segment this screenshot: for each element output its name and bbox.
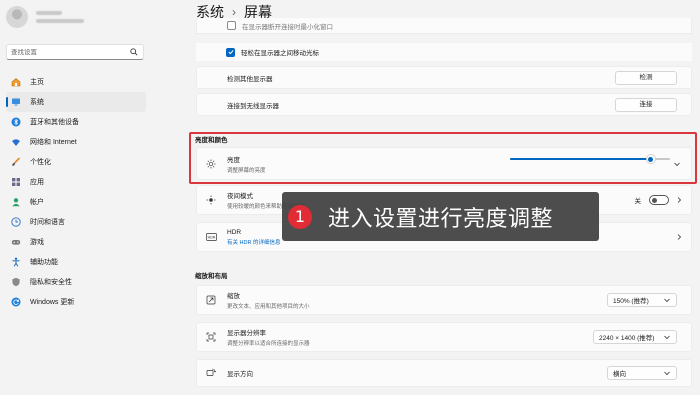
sidebar-item-network[interactable]: 网络和 Internet	[6, 132, 146, 152]
sidebar-item-label: 网络和 Internet	[30, 139, 77, 146]
orientation-icon	[205, 367, 217, 379]
accessibility-icon	[11, 257, 21, 267]
sidebar-item-label: Windows 更新	[30, 299, 75, 306]
chevron-right-icon[interactable]	[675, 196, 683, 204]
resolution-label: 显示器分辨率	[227, 330, 266, 337]
setting-row-detect-displays: 检测其他显示器 检测	[196, 66, 692, 89]
step-number-badge: 1	[288, 204, 312, 229]
sidebar-item-accounts[interactable]: 帐户	[6, 192, 146, 212]
checkbox-move-cursor[interactable]	[226, 47, 235, 57]
callout-text: 进入设置进行亮度调整	[328, 206, 554, 232]
globe-clock-icon	[11, 217, 21, 227]
checkbox-minimize[interactable]	[227, 21, 236, 30]
hdr-info-link[interactable]: 有关 HDR 的详细信息	[227, 238, 280, 246]
brush-icon	[11, 157, 21, 167]
resolution-description: 调整分辨率以适合所连接的显示器	[227, 341, 310, 347]
checkmark-icon	[227, 50, 234, 55]
hdr-label: HDR	[227, 228, 242, 236]
hdr-icon: HDR	[205, 231, 217, 243]
search-box[interactable]	[6, 44, 144, 60]
sidebar-item-label: 应用	[30, 179, 44, 186]
scale-description: 更改文本、应用和其他项目的大小	[227, 304, 310, 310]
bluetooth-icon	[11, 117, 21, 127]
sidebar-item-label: 时间和语言	[30, 219, 65, 226]
setting-row-orientation: 显示方向 横向	[196, 359, 692, 387]
svg-text:HDR: HDR	[207, 236, 215, 240]
sidebar-item-apps[interactable]: 应用	[6, 172, 146, 192]
gamepad-icon	[11, 237, 21, 247]
scale-dropdown[interactable]: 150% (推荐)	[607, 293, 677, 307]
row-label: 检测其他显示器	[227, 75, 273, 83]
resolution-icon	[205, 331, 217, 343]
sidebar-item-label: 系统	[30, 99, 44, 106]
chevron-right-icon[interactable]	[675, 233, 683, 241]
section-title-scale-layout: 缩放和布局	[195, 273, 228, 280]
sidebar-item-privacy[interactable]: 隐私和安全性	[6, 272, 146, 292]
profile-info-blurred	[36, 11, 84, 23]
row-label: 连接到无线显示器	[227, 102, 279, 110]
chevron-down-icon	[663, 333, 671, 341]
sidebar-nav: 主页 系统 蓝牙和其他设备 网络和 Internet 个性化 应用 帐户 时间和…	[6, 72, 146, 312]
sidebar-item-personalization[interactable]: 个性化	[6, 152, 146, 172]
sidebar-item-label: 个性化	[30, 159, 51, 166]
sidebar-item-label: 主页	[30, 79, 44, 86]
search-input[interactable]	[11, 48, 129, 56]
sidebar-item-system[interactable]: 系统	[6, 92, 146, 112]
scale-value: 150% (推荐)	[613, 298, 649, 305]
apps-icon	[11, 177, 21, 187]
orientation-value: 横向	[613, 371, 626, 378]
resolution-dropdown[interactable]: 2240 × 1400 (推荐)	[593, 330, 677, 344]
sidebar: 主页 系统 蓝牙和其他设备 网络和 Internet 个性化 应用 帐户 时间	[0, 0, 155, 395]
highlight-frame	[189, 132, 697, 184]
night-light-toggle[interactable]	[649, 195, 669, 205]
breadcrumb-separator: ›	[232, 5, 236, 19]
orientation-label: 显示方向	[227, 371, 253, 378]
chevron-down-icon	[663, 369, 671, 377]
sidebar-item-accessibility[interactable]: 辅助功能	[6, 252, 146, 272]
sidebar-item-home[interactable]: 主页	[6, 72, 146, 92]
night-light-icon	[205, 194, 217, 206]
sidebar-item-bluetooth[interactable]: 蓝牙和其他设备	[6, 112, 146, 132]
avatar	[6, 6, 28, 28]
chevron-down-icon	[663, 296, 671, 304]
system-icon	[11, 97, 21, 107]
sidebar-item-label: 帐户	[30, 199, 44, 206]
orientation-dropdown[interactable]: 横向	[607, 366, 677, 380]
setting-row-wireless-display: 连接到无线显示器 连接	[196, 93, 692, 116]
resolution-value: 2240 × 1400 (推荐)	[599, 335, 655, 342]
sidebar-item-windows-update[interactable]: Windows 更新	[6, 292, 146, 312]
setting-row-move-cursor[interactable]: 轻松在显示器之间移动光标	[196, 43, 692, 61]
sidebar-item-label: 辅助功能	[30, 259, 58, 266]
home-icon	[11, 77, 21, 87]
sidebar-item-label: 隐私和安全性	[30, 279, 72, 286]
shield-icon	[11, 277, 21, 287]
detect-button[interactable]: 检测	[615, 70, 677, 85]
night-light-state: 关	[634, 198, 642, 205]
sidebar-item-label: 蓝牙和其他设备	[30, 119, 79, 126]
scale-label: 缩放	[227, 293, 240, 300]
update-icon	[11, 297, 21, 307]
sidebar-item-label: 游戏	[30, 239, 44, 246]
sidebar-item-time-language[interactable]: 时间和语言	[6, 212, 146, 232]
sidebar-item-gaming[interactable]: 游戏	[6, 232, 146, 252]
setting-row-resolution: 显示器分辨率 调整分辨率以适合所连接的显示器 2240 × 1400 (推荐)	[196, 322, 692, 352]
connect-button[interactable]: 连接	[615, 97, 677, 112]
setting-row-scale: 缩放 更改文本、应用和其他项目的大小 150% (推荐)	[196, 285, 692, 315]
account-icon	[11, 197, 21, 207]
wifi-icon	[11, 137, 21, 147]
tutorial-callout: 1 进入设置进行亮度调整	[282, 192, 599, 241]
setting-row-minimize-windows[interactable]: 在显示器断开连接时最小化窗口	[196, 18, 692, 34]
row-label: 在显示器断开连接时最小化窗口	[242, 23, 333, 31]
row-label: 轻松在显示器之间移动光标	[241, 50, 319, 57]
scale-icon	[205, 294, 217, 306]
search-icon	[129, 47, 139, 57]
user-profile[interactable]	[6, 6, 84, 28]
